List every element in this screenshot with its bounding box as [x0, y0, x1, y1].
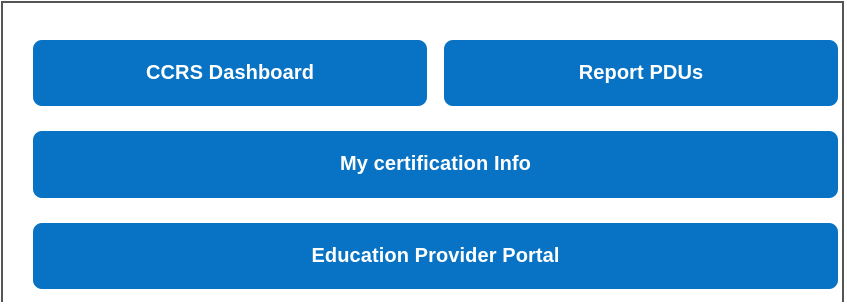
my-certification-info-button[interactable]: My certification Info [33, 131, 838, 198]
my-certification-info-label: My certification Info [339, 153, 531, 175]
ccrs-dashboard-label: CCRS Dashboard [145, 61, 315, 84]
education-provider-portal-button[interactable]: Education Provider Portal [33, 223, 838, 289]
quick-links-panel: CCRS Dashboard Report PDUs My certificat… [1, 1, 844, 302]
report-pdus-label: Report PDUs [578, 61, 704, 84]
report-pdus-button[interactable]: Report PDUs [444, 40, 838, 106]
education-provider-portal-label: Education Provider Portal [311, 244, 560, 267]
ccrs-dashboard-button[interactable]: CCRS Dashboard [33, 40, 427, 106]
